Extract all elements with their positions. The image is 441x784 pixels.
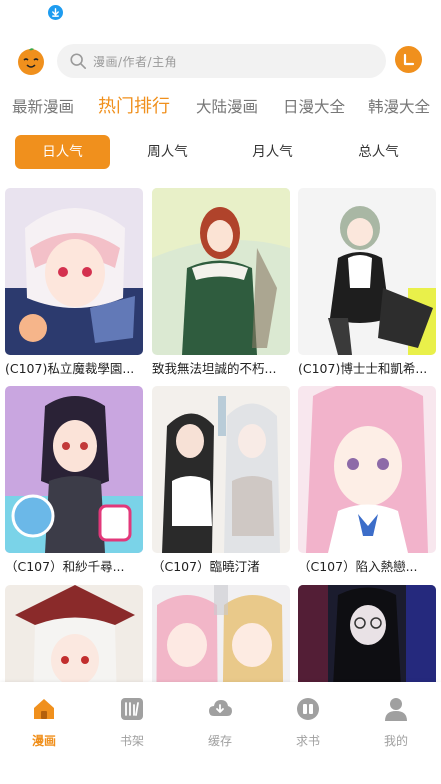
comic-grid: (C107)私立魔裁學園... 致我無法坦誠的不朽... (C107)博士士和凱… [0,188,441,682]
category-tabs: 最新漫画 热门排行 大陆漫画 日漫大全 韩漫大全 [0,90,441,124]
comic-card[interactable]: （C107）臨曉汀渚 [152,386,290,577]
comic-title: (C107)私立魔裁學園... [5,361,135,376]
nav-label: 缓存 [207,734,232,748]
tab-korean[interactable]: 韩漫大全 [368,90,430,124]
comic-card[interactable]: （C107）陷入熱戀... [298,386,436,577]
comic-cover[interactable] [152,386,290,553]
profile-button[interactable] [395,46,422,73]
nav-request-book[interactable]: 求书 [278,696,338,749]
search-icon [70,53,87,70]
top-bar: 漫画/作者/主角 [0,40,441,82]
comic-cover[interactable] [298,585,436,682]
tab-latest[interactable]: 最新漫画 [12,90,74,124]
home-icon [34,699,54,719]
comic-card[interactable]: (C107)博士士和凱希... [298,188,436,379]
nav-label: 漫画 [31,734,56,748]
comic-cover[interactable] [5,585,143,682]
nav-label: 我的 [383,734,408,748]
comic-card[interactable] [5,585,143,682]
search-placeholder: 漫画/作者/主角 [93,54,178,69]
comic-cover[interactable] [152,585,290,682]
status-bar [0,0,441,26]
comic-cover[interactable] [298,188,436,355]
comic-cover[interactable] [152,188,290,355]
tab-daily[interactable]: 日人气 [15,135,110,169]
request-book-icon [297,698,319,720]
nav-label: 求书 [295,734,320,748]
profile-icon [403,53,414,65]
nav-bookshelf[interactable]: 书架 [102,696,162,749]
comic-card[interactable]: （C107）和紗千尋... [5,386,143,577]
comic-title: （C107）陷入熱戀... [298,559,418,574]
cloud-download-icon [209,700,232,716]
comic-title: 致我無法坦誠的不朽... [152,361,277,376]
comic-title: （C107）臨曉汀渚 [152,559,260,574]
tab-total[interactable]: 总人气 [331,135,426,169]
nav-cache[interactable]: 缓存 [190,696,250,749]
tab-hot-ranking[interactable]: 热门排行 [98,90,170,124]
comic-card[interactable]: 致我無法坦誠的不朽... [152,188,290,379]
nav-profile[interactable]: 我的 [366,696,426,749]
tab-monthly[interactable]: 月人气 [225,135,320,169]
app-logo-icon[interactable] [16,46,46,76]
bookshelf-icon [121,698,143,720]
tab-mainland[interactable]: 大陆漫画 [196,90,258,124]
nav-label: 书架 [119,734,144,748]
comic-card[interactable] [298,585,436,682]
comic-card[interactable] [152,585,290,682]
comic-title: (C107)博士士和凱希... [298,361,428,376]
comic-cover[interactable] [298,386,436,553]
comic-cover[interactable] [5,386,143,553]
search-input[interactable]: 漫画/作者/主角 [57,44,386,78]
comic-cover[interactable] [5,188,143,355]
comic-card[interactable]: (C107)私立魔裁學園... [5,188,143,379]
ranking-tabs: 日人气 周人气 月人气 总人气 [15,135,431,169]
user-icon [385,698,407,721]
tab-weekly[interactable]: 周人气 [120,135,215,169]
tab-japanese[interactable]: 日漫大全 [283,90,345,124]
comic-title: （C107）和紗千尋... [5,559,125,574]
bottom-nav: 漫画 书架 缓存 求书 我的 [0,682,441,784]
nav-comics[interactable]: 漫画 [14,696,74,749]
download-status-icon [48,5,63,20]
